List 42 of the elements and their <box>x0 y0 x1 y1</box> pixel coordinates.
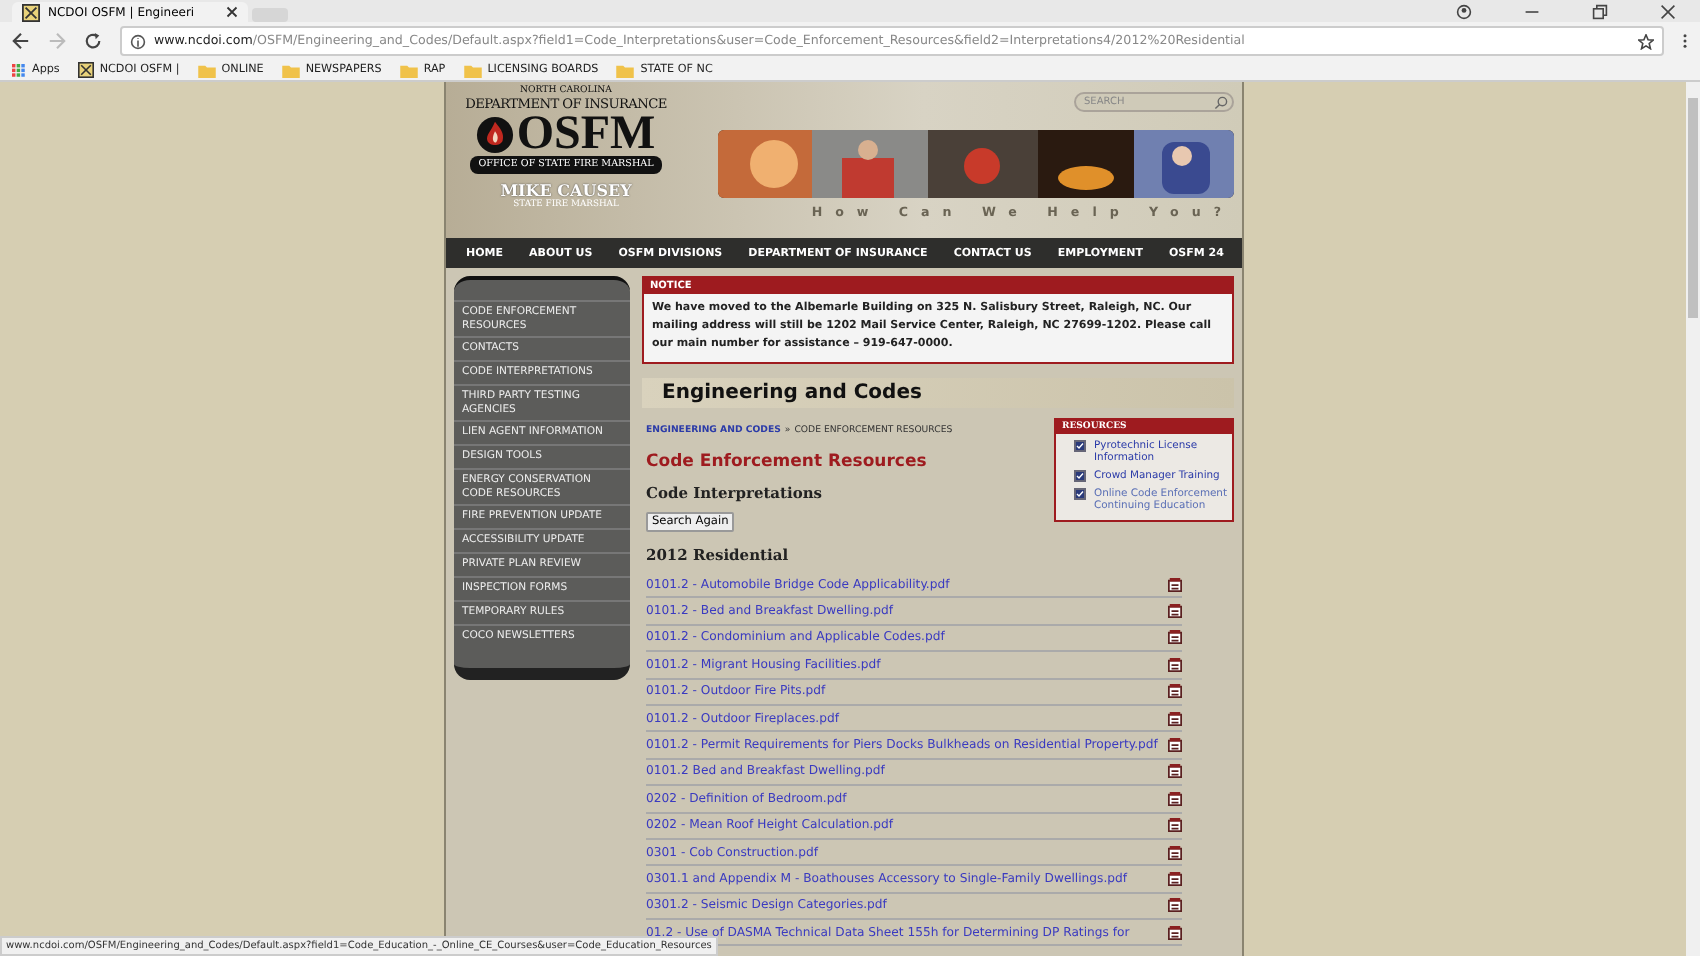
folder-icon <box>197 63 216 77</box>
document-icon[interactable] <box>1168 845 1182 860</box>
reload-icon[interactable] <box>84 32 102 50</box>
close-icon[interactable] <box>226 6 238 18</box>
document-icon[interactable] <box>1168 898 1182 913</box>
document-icon[interactable] <box>1168 925 1182 940</box>
marshal-name: MIKE CAUSEY <box>500 180 632 200</box>
account-icon[interactable] <box>1456 3 1472 19</box>
search-icon <box>1214 96 1228 110</box>
document-icon[interactable] <box>1168 818 1182 833</box>
back-icon[interactable] <box>12 32 30 50</box>
document-icon[interactable] <box>1168 684 1182 699</box>
document-icon[interactable] <box>1168 791 1182 806</box>
document-icon[interactable] <box>1168 604 1182 619</box>
document-icon[interactable] <box>1168 630 1182 645</box>
folder-icon <box>463 63 482 77</box>
scrollbar-thumb[interactable] <box>1688 98 1698 318</box>
info-icon <box>130 33 146 49</box>
shield-icon <box>77 62 94 78</box>
star-icon[interactable] <box>1638 33 1654 49</box>
document-icon[interactable] <box>1168 871 1182 886</box>
page-title: Engineering and Codes <box>642 378 1234 408</box>
section-title: Code Enforcement Resources <box>646 452 927 472</box>
document-icon[interactable] <box>1168 738 1182 753</box>
logo-text: OSFM <box>516 112 656 156</box>
restore-icon[interactable] <box>1592 3 1608 19</box>
folder-icon <box>399 63 418 77</box>
document-icon[interactable] <box>1168 657 1182 672</box>
scrollbar[interactable] <box>1686 82 1700 956</box>
document-icon[interactable] <box>1168 764 1182 779</box>
apps-grid-icon <box>12 63 26 77</box>
folder-icon <box>616 63 635 77</box>
shield-icon <box>22 3 40 21</box>
menu-icon[interactable] <box>1682 32 1688 50</box>
checkbox[interactable] <box>1074 470 1086 482</box>
checkbox[interactable] <box>1074 440 1086 452</box>
document-icon[interactable] <box>1168 711 1182 726</box>
checkbox[interactable] <box>1074 488 1086 500</box>
flame-emblem-icon <box>476 115 515 153</box>
folder-icon <box>281 63 300 77</box>
document-icon[interactable] <box>1168 577 1182 592</box>
close-icon[interactable] <box>1660 3 1676 19</box>
